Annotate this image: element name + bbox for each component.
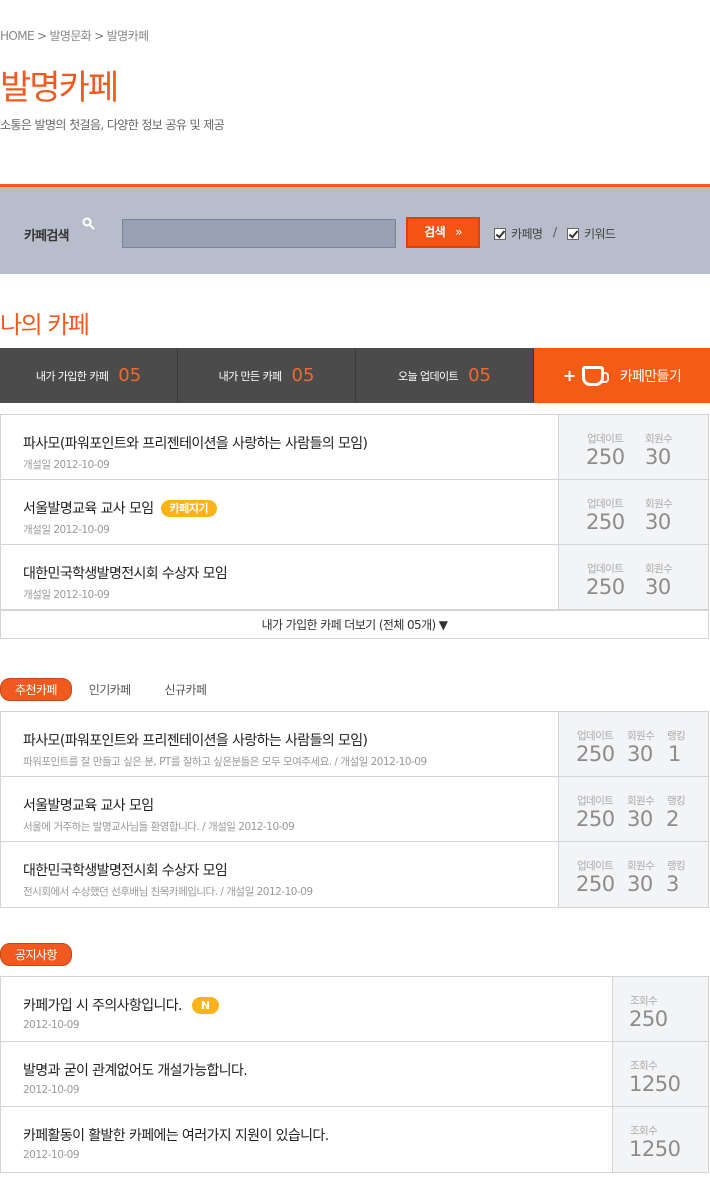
cafe-name[interactable]: 파사모(파워포인트와 프리젠테이션을 사랑하는 사람들의 모임)	[23, 433, 368, 453]
notice-list: 카페가입 시 주의사항입니다. N 2012-10-09 조회수 250 발명과 굳…	[0, 976, 709, 1173]
cafe-search-panel: 카페검색 검색» 카페명 / 키워드	[0, 184, 710, 274]
cafe-stats: 업데이트 회원수 랭킹 250 30 3	[558, 842, 708, 907]
make-cafe-button[interactable]: + 카페만들기	[534, 348, 710, 403]
created-cafe-stat[interactable]: 내가 만든 카페 05	[178, 348, 356, 403]
tab-notice[interactable]: 공지사항	[0, 943, 72, 966]
list-item[interactable]: 서울발명교육 교사 모임 카페지기개설일 2012-10-09 업데이트 회원수 2…	[1, 480, 708, 545]
cafe-name[interactable]: 대한민국학생발명전시회 수상자 모임	[23, 860, 313, 880]
search-input[interactable]	[122, 219, 396, 248]
my-cafe-title: 나의 카페	[0, 311, 90, 339]
option-divider: /	[553, 225, 558, 239]
tab-new[interactable]: 신규카페	[165, 681, 207, 698]
notice-date: 2012-10-09	[23, 1149, 80, 1161]
page-title: 발명카페	[0, 68, 119, 108]
tab-recommend[interactable]: 추천카페	[0, 678, 72, 701]
cafe-stats: 업데이트 회원수 250 30	[558, 480, 708, 544]
notice-date: 2012-10-09	[23, 1084, 80, 1096]
list-item[interactable]: 파사모(파워포인트와 프리젠테이션을 사랑하는 사람들의 모임) 개설일 2012…	[1, 415, 708, 480]
joined-cafe-stat[interactable]: 내가 가입한 카페 05	[0, 348, 178, 403]
list-item[interactable]: 대한민국학생발명전시회 수상자 모임개설일 2012-10-09 업데이트 회원수…	[1, 545, 708, 610]
breadcrumb-home[interactable]: HOME	[0, 29, 35, 43]
recommend-cafe-list: 파사모(파워포인트와 프리젠테이션을 사랑하는 사람들의 모임) 파워포인트를 잘…	[0, 711, 709, 908]
list-item[interactable]: 발명과 굳이 관계없어도 개설가능합니다. 2012-10-09 조회수 1250	[1, 1042, 708, 1107]
cafe-description: 서울에 거주하는 발명교사님들 환영합니다. / 개설일 2012-10-09	[23, 821, 295, 833]
cafe-name[interactable]: 서울발명교육 교사 모임	[23, 498, 154, 518]
notice-title[interactable]: 카페가입 시 주의사항입니다.	[23, 995, 183, 1015]
keyword-label: 키워드	[584, 227, 616, 241]
cafe-name-checkbox[interactable]	[494, 227, 506, 240]
page-subtitle: 소통은 발명의 첫걸음, 다양한 정보 공유 및 제공	[0, 118, 225, 132]
breadcrumb-culture[interactable]: 발명문화	[49, 29, 91, 43]
cafe-name[interactable]: 대한민국학생발명전시회 수상자 모임	[23, 563, 228, 583]
cafe-owner-badge: 카페지기	[160, 499, 217, 517]
search-label: 카페검색	[24, 229, 69, 244]
list-item[interactable]: 카페가입 시 주의사항입니다. N 2012-10-09 조회수 250	[1, 977, 708, 1042]
cafe-stats: 업데이트 회원수 랭킹 250 30 2	[558, 777, 708, 841]
breadcrumb-separator: >	[94, 29, 104, 43]
cafe-name-label: 카페명	[511, 227, 543, 241]
cafe-name[interactable]: 파사모(파워포인트와 프리젠테이션을 사랑하는 사람들의 모임)	[23, 730, 427, 750]
notice-views: 조회수 1250	[612, 1042, 708, 1106]
notice-views: 조회수 1250	[612, 1107, 708, 1172]
cafe-date: 개설일 2012-10-09	[23, 459, 110, 471]
notice-title[interactable]: 발명과 굳이 관계없어도 개설가능합니다.	[23, 1060, 248, 1080]
list-item[interactable]: 서울발명교육 교사 모임서울에 거주하는 발명교사님들 환영합니다. / 개설일…	[1, 777, 708, 842]
recommend-tabs: 추천카페 인기카페 신규카페	[0, 678, 207, 701]
cafe-stats: 업데이트 회원수 250 30	[558, 545, 708, 609]
new-badge: N	[191, 996, 219, 1014]
plus-icon: +	[562, 366, 576, 385]
cafe-description: 파워포인트를 잘 만들고 싶은 분, PT를 잘하고 싶은분들은 모두 모여주세…	[23, 756, 427, 768]
today-update-stat[interactable]: 오늘 업데이트 05	[356, 348, 534, 403]
notice-views: 조회수 250	[612, 977, 708, 1041]
cafe-date: 개설일 2012-10-09	[23, 589, 110, 601]
keyword-option[interactable]: 키워드	[567, 225, 616, 242]
list-item[interactable]: 카페활동이 활발한 카페에는 여러가지 지원이 있습니다. 2012-10-09 …	[1, 1107, 708, 1172]
tab-popular[interactable]: 인기카페	[89, 681, 131, 698]
list-item[interactable]: 대한민국학생발명전시회 수상자 모임전시회에서 수상했던 선후배님 친목카페입니…	[1, 842, 708, 907]
cafe-date: 개설일 2012-10-09	[23, 524, 110, 536]
list-item[interactable]: 파사모(파워포인트와 프리젠테이션을 사랑하는 사람들의 모임) 파워포인트를 잘…	[1, 712, 708, 777]
breadcrumb: HOME > 발명문화 > 발명카페	[0, 27, 149, 44]
cafe-stats: 업데이트 회원수 250 30	[558, 415, 708, 479]
cafe-name-option[interactable]: 카페명	[494, 225, 543, 242]
my-cafe-list: 파사모(파워포인트와 프리젠테이션을 사랑하는 사람들의 모임) 개설일 2012…	[0, 414, 709, 639]
cafe-stats: 업데이트 회원수 랭킹 250 30 1	[558, 712, 708, 776]
breadcrumb-cafe[interactable]: 발명카페	[107, 29, 149, 43]
notice-date: 2012-10-09	[23, 1019, 80, 1031]
breadcrumb-separator: >	[37, 29, 47, 43]
search-button[interactable]: 검색»	[406, 217, 480, 248]
my-cafe-stats: 내가 가입한 카페 05 내가 만든 카페 05 오늘 업데이트 05 + 카페만들기	[0, 348, 710, 403]
notice-tabs: 공지사항	[0, 943, 72, 966]
search-icon	[82, 217, 95, 230]
notice-title[interactable]: 카페활동이 활발한 카페에는 여러가지 지원이 있습니다.	[23, 1125, 329, 1145]
cup-icon	[581, 365, 609, 386]
double-chevron-right-icon: »	[455, 225, 462, 239]
cafe-description: 전시회에서 수상했던 선후배님 친목카페입니다. / 개설일 2012-10-0…	[23, 886, 313, 898]
keyword-checkbox[interactable]	[567, 227, 579, 240]
cafe-name[interactable]: 서울발명교육 교사 모임	[23, 795, 294, 815]
more-joined-cafe-link[interactable]: 내가 가입한 카페 더보기 (전체 05개) ▼	[1, 610, 708, 638]
make-cafe-label: 카페만들기	[619, 368, 682, 385]
